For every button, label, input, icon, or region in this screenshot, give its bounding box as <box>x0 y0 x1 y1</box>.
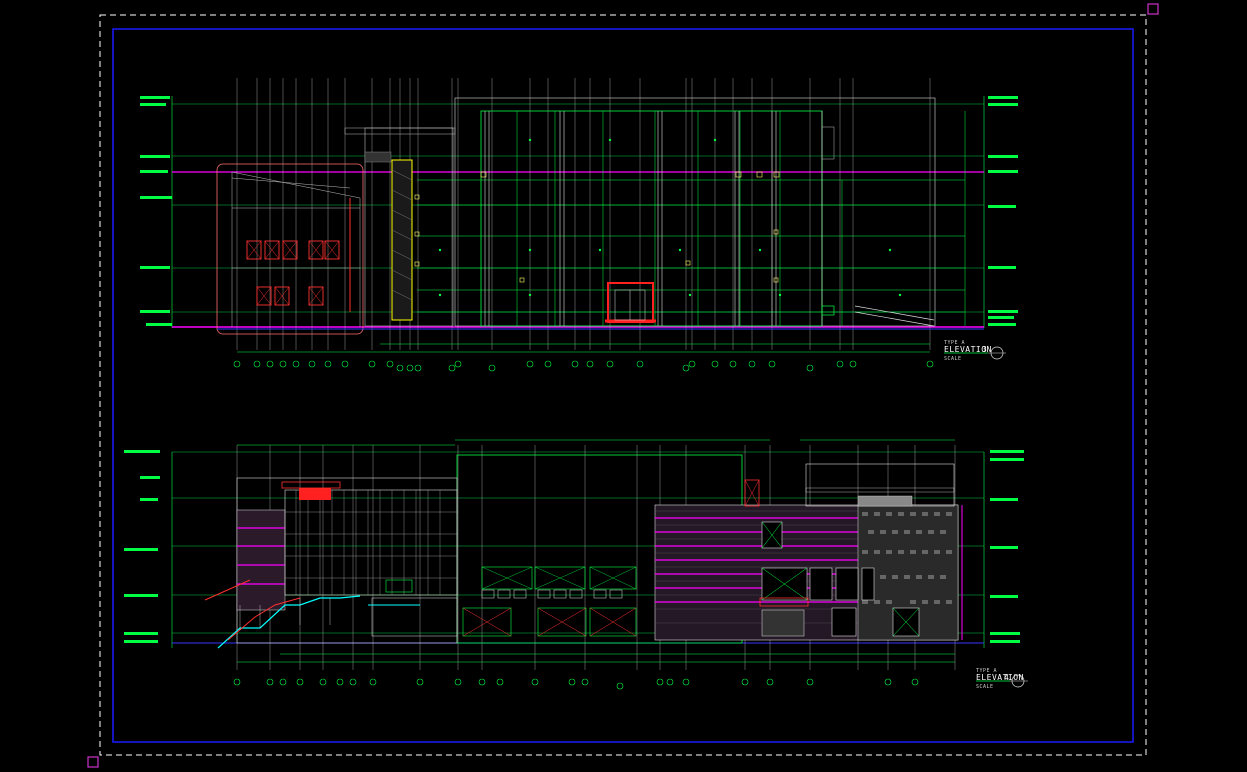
elevation-4-scale: SCALE <box>976 684 994 690</box>
elevation-3-number: 3 <box>982 345 988 354</box>
elevation-3-drawing <box>140 78 1018 372</box>
elevation-4-title: ELEVATION <box>976 673 1024 682</box>
grip-top-right[interactable] <box>1147 3 1159 15</box>
cad-drawing-canvas <box>87 3 1159 768</box>
grip-bottom-left[interactable] <box>87 756 99 768</box>
elevation-3-scale: SCALE <box>944 356 962 362</box>
elevation-4-drawing <box>124 439 1028 690</box>
elevation-4-number: 4 <box>1004 673 1010 682</box>
sheet-border <box>112 28 1134 743</box>
